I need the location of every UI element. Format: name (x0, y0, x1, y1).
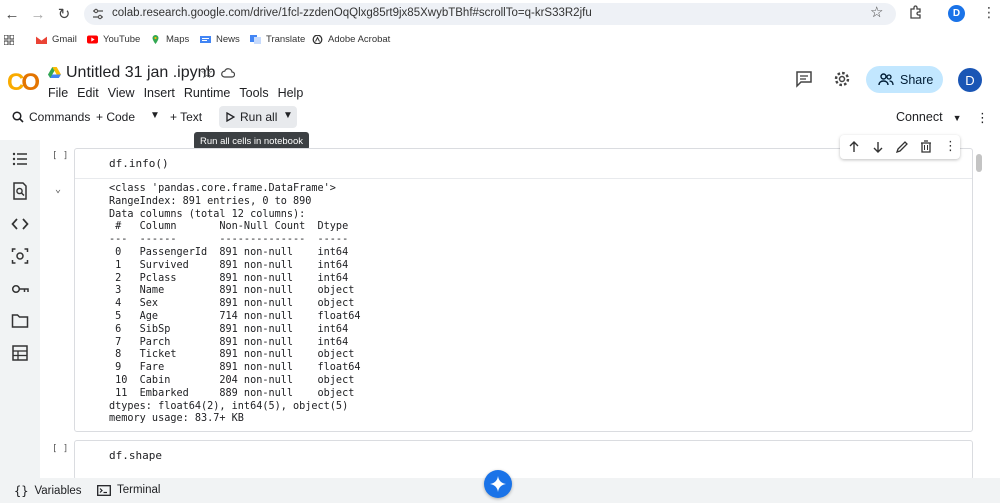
move-cell-up-icon[interactable] (847, 140, 861, 154)
menu-view[interactable]: View (108, 86, 135, 100)
menu-edit[interactable]: Edit (77, 86, 99, 100)
gmail-icon (36, 35, 47, 44)
share-label: Share (900, 72, 934, 87)
browser-menu-icon[interactable]: ⋮ (982, 4, 996, 21)
menu-runtime[interactable]: Runtime (184, 86, 231, 100)
left-sidebar (0, 140, 40, 480)
back-icon[interactable]: ← (2, 4, 22, 24)
cell-run-indicator[interactable]: [ ] (52, 444, 68, 454)
reload-icon[interactable]: ↻ (54, 4, 74, 24)
cell-code[interactable]: df.shape (109, 449, 162, 462)
bookmark-news[interactable]: News (200, 34, 240, 45)
run-all-dropdown-chevron-icon[interactable]: ▼ (283, 110, 293, 121)
play-icon (226, 112, 235, 122)
bookmark-gmail[interactable]: Gmail (36, 34, 77, 45)
menu-help[interactable]: Help (278, 86, 304, 100)
delete-cell-icon[interactable] (919, 140, 933, 154)
files-folder-icon[interactable] (11, 312, 29, 330)
variable-inspector-icon[interactable] (11, 247, 29, 265)
gemini-button[interactable] (484, 470, 512, 498)
notebook-toolbar: Commands + Code ▼ + Text Run all ▼ (0, 106, 1000, 130)
code-dropdown-chevron-icon[interactable]: ▼ (150, 110, 160, 121)
output-collapse-chevron-icon[interactable]: ⌄ (55, 184, 61, 195)
site-settings-icon[interactable] (92, 8, 104, 20)
people-icon (878, 73, 894, 86)
secrets-key-icon[interactable] (11, 280, 29, 298)
cell-code[interactable]: df.info() (109, 157, 169, 170)
table-of-contents-icon[interactable] (11, 150, 29, 168)
code-snippets-icon[interactable] (11, 215, 29, 233)
add-code-button[interactable]: + Code (96, 110, 135, 124)
translate-icon (250, 35, 261, 44)
terminal-button[interactable]: Terminal (97, 484, 160, 496)
cloud-saved-icon[interactable] (221, 67, 235, 79)
url-text: colab.research.google.com/drive/1fcl-zzd… (112, 7, 592, 19)
comments-icon[interactable] (795, 70, 813, 88)
more-options-icon[interactable]: ⋮ (976, 110, 989, 126)
variables-button[interactable]: {} Variables (14, 484, 82, 498)
move-cell-down-icon[interactable] (871, 140, 885, 154)
terminal-icon (97, 484, 111, 496)
menu-tools[interactable]: Tools (239, 86, 268, 100)
cell-divider (75, 178, 972, 179)
bookmarks-bar: Gmail YouTube Maps News Translate Adobe … (0, 30, 1000, 52)
google-drive-icon[interactable] (48, 67, 61, 78)
code-cell[interactable] (74, 440, 973, 480)
connect-dropdown-chevron-icon[interactable]: ▼ (953, 113, 962, 123)
search-icon (12, 111, 24, 123)
data-table-icon[interactable] (11, 344, 29, 362)
scrollbar-thumb[interactable] (976, 154, 982, 172)
star-notebook-icon[interactable]: ☆ (200, 64, 213, 82)
cell-toolbar: ⋮ (840, 135, 960, 159)
edit-pencil-icon[interactable] (895, 140, 909, 154)
acrobat-icon (312, 35, 323, 44)
colab-logo[interactable]: CO (7, 69, 40, 97)
connect-button[interactable]: Connect ▼ (896, 110, 961, 124)
run-all-button[interactable]: Run all (226, 110, 277, 124)
browser-profile-avatar[interactable]: D (948, 5, 965, 22)
forward-icon[interactable]: → (28, 4, 48, 24)
menu-insert[interactable]: Insert (144, 86, 175, 100)
find-replace-icon[interactable] (11, 182, 29, 200)
browser-toolbar: ← → ↻ colab.research.google.com/drive/1f… (0, 0, 1000, 28)
address-bar[interactable]: colab.research.google.com/drive/1fcl-zzd… (84, 3, 896, 25)
cell-output: <class 'pandas.core.frame.DataFrame'> Ra… (109, 183, 361, 425)
commands-button[interactable]: Commands (12, 110, 90, 124)
cell-run-indicator[interactable]: [ ] (52, 151, 68, 161)
add-text-button[interactable]: + Text (170, 110, 202, 124)
bookmark-adobe-acrobat[interactable]: Adobe Acrobat (312, 34, 390, 45)
gemini-sparkle-icon (490, 476, 506, 492)
youtube-icon (87, 35, 98, 44)
maps-icon (152, 35, 159, 44)
settings-gear-icon[interactable] (833, 70, 851, 88)
bookmark-youtube[interactable]: YouTube (87, 34, 140, 45)
variables-icon: {} (14, 484, 29, 498)
extensions-icon[interactable] (908, 4, 924, 20)
bookmark-translate[interactable]: Translate (250, 34, 305, 45)
notebook-title[interactable]: Untitled 31 jan .ipynb (66, 64, 215, 82)
share-button[interactable]: Share (866, 66, 943, 93)
menu-file[interactable]: File (48, 86, 68, 100)
bookmark-maps[interactable]: Maps (150, 34, 189, 45)
cell-more-options-icon[interactable]: ⋮ (944, 138, 958, 153)
user-avatar[interactable]: D (958, 68, 982, 92)
bookmark-star-icon[interactable]: ☆ (870, 3, 883, 21)
news-icon (200, 36, 211, 43)
menu-bar: File Edit View Insert Runtime Tools Help (48, 86, 312, 100)
